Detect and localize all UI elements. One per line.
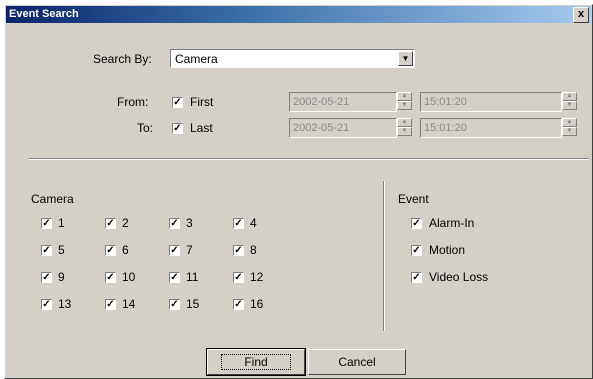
camera-14-label: 14 xyxy=(122,297,136,311)
camera-4-checkbox[interactable]: ✓ xyxy=(233,218,244,229)
camera-8-checkbox[interactable]: ✓ xyxy=(233,245,244,256)
from-label: From: xyxy=(117,95,149,109)
find-button-label: Find xyxy=(221,354,291,370)
camera-13-checkbox[interactable]: ✓ xyxy=(41,299,52,310)
to-time-spinner: ▲ ▼ xyxy=(562,118,577,138)
camera-12-label: 12 xyxy=(250,270,264,284)
event-video-loss-label: Video Loss xyxy=(429,270,489,284)
event-motion-label: Motion xyxy=(429,243,466,257)
from-time-spinner: ▲ ▼ xyxy=(562,92,577,112)
camera-1-label: 1 xyxy=(58,216,65,230)
camera-13-label: 13 xyxy=(58,297,72,311)
window-title: Event Search xyxy=(9,8,79,20)
camera-3-checkbox[interactable]: ✓ xyxy=(169,218,180,229)
camera-2-label: 2 xyxy=(122,216,129,230)
camera-16-checkbox[interactable]: ✓ xyxy=(233,299,244,310)
event-alarm-in-checkbox[interactable]: ✓ xyxy=(411,218,422,229)
event-search-dialog: Event Search x Search By: Camera ▼ From:… xyxy=(4,4,593,379)
event-alarm-in-label: Alarm-In xyxy=(429,216,475,230)
camera-8-label: 8 xyxy=(250,243,257,257)
from-time-field: 15:01:20 xyxy=(420,92,562,112)
vertical-divider xyxy=(383,181,385,331)
camera-11-label: 11 xyxy=(186,270,199,284)
camera-6-checkbox[interactable]: ✓ xyxy=(105,245,116,256)
camera-10-label: 10 xyxy=(122,270,136,284)
from-date-spinner: ▲ ▼ xyxy=(397,92,412,112)
camera-4-label: 4 xyxy=(250,216,257,230)
cancel-button[interactable]: Cancel xyxy=(308,349,406,375)
camera-group-title: Camera xyxy=(31,192,74,206)
camera-1-checkbox[interactable]: ✓ xyxy=(41,218,52,229)
event-group-title: Event xyxy=(398,192,429,206)
camera-3-label: 3 xyxy=(186,216,193,230)
search-by-select[interactable]: Camera ▼ xyxy=(170,49,415,68)
find-button[interactable]: Find xyxy=(206,348,306,376)
to-date-field: 2002-05-21 xyxy=(289,118,397,138)
camera-11-checkbox[interactable]: ✓ xyxy=(169,272,180,283)
camera-9-checkbox[interactable]: ✓ xyxy=(41,272,52,283)
search-by-value: Camera xyxy=(175,52,218,66)
camera-15-checkbox[interactable]: ✓ xyxy=(169,299,180,310)
from-date-field: 2002-05-21 xyxy=(289,92,397,112)
to-date-spinner: ▲ ▼ xyxy=(397,118,412,138)
search-by-label: Search By: xyxy=(93,52,152,66)
title-bar: Event Search x xyxy=(6,6,591,23)
camera-14-checkbox[interactable]: ✓ xyxy=(105,299,116,310)
to-last-label: Last xyxy=(190,121,213,135)
horizontal-divider xyxy=(29,158,589,160)
camera-15-label: 15 xyxy=(186,297,200,311)
close-icon[interactable]: x xyxy=(573,7,589,23)
camera-2-checkbox[interactable]: ✓ xyxy=(105,218,116,229)
camera-6-label: 6 xyxy=(122,243,129,257)
camera-7-label: 7 xyxy=(186,243,193,257)
to-last-checkbox[interactable]: ✓ xyxy=(172,123,183,134)
event-video-loss-checkbox[interactable]: ✓ xyxy=(411,272,422,283)
camera-7-checkbox[interactable]: ✓ xyxy=(169,245,180,256)
camera-10-checkbox[interactable]: ✓ xyxy=(105,272,116,283)
camera-5-checkbox[interactable]: ✓ xyxy=(41,245,52,256)
chevron-down-icon[interactable]: ▼ xyxy=(398,51,413,66)
from-first-checkbox[interactable]: ✓ xyxy=(172,97,183,108)
event-motion-checkbox[interactable]: ✓ xyxy=(411,245,422,256)
camera-16-label: 16 xyxy=(250,297,264,311)
camera-9-label: 9 xyxy=(58,270,65,284)
from-first-label: First xyxy=(190,95,214,109)
camera-5-label: 5 xyxy=(58,243,65,257)
to-label: To: xyxy=(137,121,154,135)
camera-12-checkbox[interactable]: ✓ xyxy=(233,272,244,283)
to-time-field: 15:01:20 xyxy=(420,118,562,138)
